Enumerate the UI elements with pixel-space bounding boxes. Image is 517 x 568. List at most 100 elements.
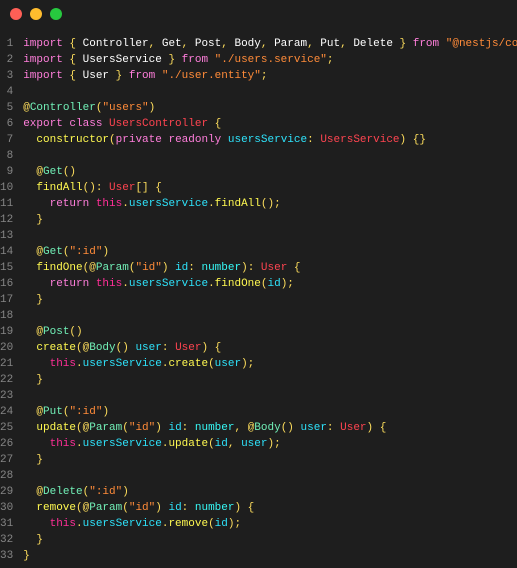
code-line[interactable] <box>23 228 517 244</box>
token-punct_yellow: } <box>36 534 43 546</box>
code-line[interactable] <box>23 148 517 164</box>
token-decorator_green: Get <box>43 246 63 258</box>
token-punct_yellow: ; <box>261 70 268 82</box>
token-punct_yellow: ) <box>122 486 129 498</box>
code-line[interactable]: this.usersService.remove(id); <box>23 516 517 532</box>
line-number: 16 <box>0 276 13 292</box>
token-punct_yellow: } <box>393 38 413 50</box>
token-class_orange: User <box>109 182 135 194</box>
maximize-icon[interactable] <box>50 8 62 20</box>
token-punct_yellow: , <box>340 38 353 50</box>
code-line[interactable]: @Delete(":id") <box>23 484 517 500</box>
code-line[interactable]: export class UsersController { <box>23 116 517 132</box>
token-punct_yellow: : <box>307 134 320 146</box>
code-line[interactable]: import { User } from "./user.entity"; <box>23 68 517 84</box>
titlebar <box>0 0 517 28</box>
token-punct_yellow: } <box>36 374 43 386</box>
code-line[interactable]: @Controller("users") <box>23 100 517 116</box>
code-line[interactable]: } <box>23 372 517 388</box>
code-line[interactable]: constructor(private readonly usersServic… <box>23 132 517 148</box>
code-line[interactable] <box>23 308 517 324</box>
line-number: 15 <box>0 260 13 276</box>
code-line[interactable]: } <box>23 452 517 468</box>
code-line[interactable]: this.usersService.update(id, user); <box>23 436 517 452</box>
token-punct_yellow: ( <box>109 134 116 146</box>
token-ident_white <box>23 534 36 546</box>
line-number: 1 <box>0 36 13 52</box>
code-line[interactable]: } <box>23 548 517 564</box>
line-number: 7 <box>0 132 13 148</box>
code-line[interactable]: @Get() <box>23 164 517 180</box>
token-punct_yellow: ( <box>122 422 129 434</box>
line-number: 20 <box>0 340 13 356</box>
code-line[interactable]: create(@Body() user: User) { <box>23 340 517 356</box>
token-punct_yellow: () <box>116 342 136 354</box>
code-line[interactable]: findAll(): User[] { <box>23 180 517 196</box>
line-number: 28 <box>0 468 13 484</box>
token-ident_white <box>23 358 49 370</box>
token-func_yellow: remove <box>168 518 208 530</box>
token-param_blue: id <box>268 278 281 290</box>
token-punct_yellow: ); <box>267 438 280 450</box>
token-punct_yellow: () <box>63 166 76 178</box>
token-punct_yellow: ( <box>122 502 129 514</box>
token-decorator_green: Body <box>254 422 280 434</box>
token-keyword_pink: readonly <box>168 134 221 146</box>
code-line[interactable]: return this.usersService.findAll(); <box>23 196 517 212</box>
line-number-gutter: 1234567891011121314151617181920212223242… <box>0 36 23 564</box>
token-decorator_green: Param <box>96 262 129 274</box>
code-content[interactable]: import { Controller, Get, Post, Body, Pa… <box>23 36 517 564</box>
token-func_yellow: create <box>36 342 76 354</box>
token-ident_white <box>89 278 96 290</box>
code-line[interactable]: this.usersService.create(user); <box>23 356 517 372</box>
token-var_pink: this <box>50 518 76 530</box>
code-line[interactable]: update(@Param("id") id: number, @Body() … <box>23 420 517 436</box>
code-line[interactable]: } <box>23 212 517 228</box>
token-decorator_green: Get <box>43 166 63 178</box>
code-line[interactable]: @Post() <box>23 324 517 340</box>
code-line[interactable] <box>23 388 517 404</box>
line-number: 4 <box>0 84 13 100</box>
code-line[interactable] <box>23 468 517 484</box>
token-punct_yellow: : <box>182 422 195 434</box>
code-line[interactable]: findOne(@Param("id") id: number): User { <box>23 260 517 276</box>
token-ident_white <box>23 406 36 418</box>
token-ident_white <box>23 502 36 514</box>
code-editor[interactable]: 1234567891011121314151617181920212223242… <box>0 28 517 564</box>
minimize-icon[interactable] <box>30 8 42 20</box>
token-decorator_green: Body <box>89 342 115 354</box>
token-ident_white <box>23 166 36 178</box>
token-ident_white <box>23 518 49 530</box>
close-icon[interactable] <box>10 8 22 20</box>
token-punct_yellow: , <box>221 38 234 50</box>
code-line[interactable]: return this.usersService.findOne(id); <box>23 276 517 292</box>
token-punct_yellow: () <box>69 326 82 338</box>
token-punct_yellow: ) <box>162 262 175 274</box>
code-line[interactable]: } <box>23 532 517 548</box>
token-punct_yellow: ) <box>102 246 109 258</box>
token-func_yellow: findAll <box>215 198 261 210</box>
token-func_yellow: findOne <box>215 278 261 290</box>
code-line[interactable]: } <box>23 292 517 308</box>
token-ident_white: Param <box>274 38 307 50</box>
token-ident_white <box>221 134 228 146</box>
token-var_pink: this <box>96 278 122 290</box>
token-decorator_green: Controller <box>30 102 96 114</box>
code-line[interactable]: @Put(":id") <box>23 404 517 420</box>
code-line[interactable] <box>23 84 517 100</box>
token-punct_yellow: (): <box>83 182 109 194</box>
token-ident_white <box>155 70 162 82</box>
token-param_blue: usersService <box>83 358 162 370</box>
token-param_blue: usersService <box>129 198 208 210</box>
code-line[interactable]: remove(@Param("id") id: number) { <box>23 500 517 516</box>
code-line[interactable]: @Get(":id") <box>23 244 517 260</box>
token-punct_yellow: . <box>76 438 83 450</box>
token-punct_yellow: ( <box>76 422 83 434</box>
token-punct_yellow: , <box>149 38 162 50</box>
token-func_yellow: create <box>168 358 208 370</box>
token-string_orange: "id" <box>129 502 155 514</box>
token-ident_white <box>23 374 36 386</box>
token-punct_yellow: ) { <box>201 342 221 354</box>
code-line[interactable]: import { Controller, Get, Post, Body, Pa… <box>23 36 517 52</box>
code-line[interactable]: import { UsersService } from "./users.se… <box>23 52 517 68</box>
